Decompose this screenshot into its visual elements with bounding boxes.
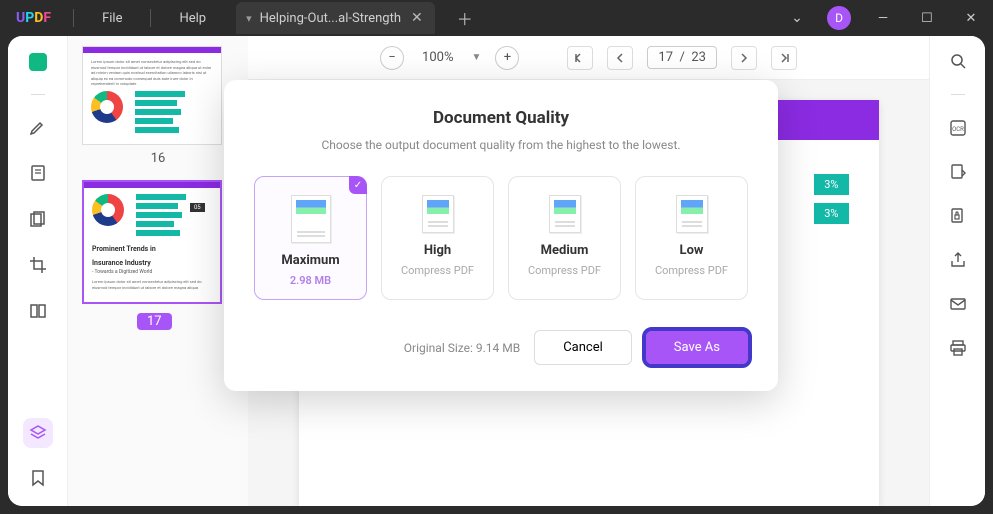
- tab-title: Helping-Out...al-Strength: [260, 11, 401, 26]
- donut-chart-icon: [92, 194, 124, 226]
- tab-indicator-icon: ▾: [246, 12, 252, 25]
- thumbnail-page-16[interactable]: Lorem ipsum dolor sit amet consectetur a…: [82, 46, 222, 145]
- titlebar: UPDF File Help ▾ Helping-Out...al-Streng…: [0, 0, 993, 36]
- menu-file[interactable]: File: [80, 11, 144, 26]
- thumb-heading: Prominent Trends in: [92, 245, 212, 253]
- quality-title: Maximum: [261, 253, 360, 268]
- organize-pages-icon[interactable]: [24, 205, 52, 233]
- view-toolbar: − 100% ▼ + 17 / 23: [248, 36, 929, 80]
- svg-text:OCR: OCR: [952, 126, 964, 133]
- data-badge: 3%: [814, 203, 848, 224]
- quality-option-maximum[interactable]: ✓ Maximum 2.98 MB: [254, 176, 367, 300]
- zoom-in-button[interactable]: +: [495, 46, 519, 70]
- data-badge: 3%: [814, 174, 848, 195]
- protect-icon[interactable]: [947, 205, 969, 227]
- section-number: 05: [190, 203, 205, 212]
- document-quality-dialog: Document Quality Choose the output docum…: [224, 80, 778, 391]
- original-size-label: Original Size: 9.14 MB: [404, 341, 520, 355]
- convert-icon[interactable]: [947, 161, 969, 183]
- thumbnail-panel[interactable]: Lorem ipsum dolor sit amet consectetur a…: [68, 36, 248, 506]
- share-icon[interactable]: [947, 249, 969, 271]
- quality-title: High: [388, 243, 487, 258]
- thumbnail-label-active: 17: [137, 313, 172, 330]
- check-icon: ✓: [349, 176, 367, 194]
- thumbnail-label: 16: [82, 151, 234, 166]
- window-minimize-button[interactable]: —: [861, 11, 905, 26]
- quality-size: 2.98 MB: [261, 274, 360, 287]
- quality-sub: Compress PDF: [388, 264, 487, 277]
- quality-title: Medium: [515, 243, 614, 258]
- first-page-button[interactable]: [567, 46, 593, 70]
- thumb-subheading: - Towards a Digitized World: [92, 269, 212, 275]
- quality-sub: Compress PDF: [642, 264, 741, 277]
- window-close-button[interactable]: ✕: [949, 11, 993, 26]
- page-number-input[interactable]: 17 / 23: [647, 46, 717, 69]
- layers-icon[interactable]: [23, 418, 53, 448]
- reader-mode-icon[interactable]: [24, 48, 52, 76]
- dropdown-icon[interactable]: ⌄: [777, 10, 817, 26]
- quality-option-high[interactable]: High Compress PDF: [381, 176, 494, 300]
- dialog-subtitle: Choose the output document quality from …: [254, 138, 748, 152]
- save-as-button[interactable]: Save As: [646, 331, 748, 364]
- quality-thumb-icon: [549, 195, 581, 233]
- prev-page-button[interactable]: [607, 46, 633, 70]
- right-rail: OCR: [929, 36, 985, 506]
- window-maximize-button[interactable]: ☐: [905, 11, 949, 26]
- close-tab-icon[interactable]: ✕: [409, 10, 425, 26]
- ocr-icon[interactable]: OCR: [947, 117, 969, 139]
- email-icon[interactable]: [947, 293, 969, 315]
- edit-page-icon[interactable]: [24, 159, 52, 187]
- crop-icon[interactable]: [24, 251, 52, 279]
- search-icon[interactable]: [947, 50, 969, 72]
- quality-option-low[interactable]: Low Compress PDF: [635, 176, 748, 300]
- zoom-dropdown-icon[interactable]: ▼: [472, 52, 482, 63]
- left-rail: [8, 36, 68, 506]
- thumb-heading: Insurance Industry: [92, 259, 212, 267]
- app-logo: UPDF: [0, 10, 67, 26]
- quality-option-medium[interactable]: Medium Compress PDF: [508, 176, 621, 300]
- menu-help[interactable]: Help: [157, 11, 228, 26]
- document-tab[interactable]: ▾ Helping-Out...al-Strength ✕: [236, 2, 435, 34]
- quality-thumb-icon: [676, 195, 708, 233]
- print-icon[interactable]: [947, 337, 969, 359]
- zoom-out-button[interactable]: −: [380, 46, 404, 70]
- highlight-icon[interactable]: [24, 113, 52, 141]
- donut-chart-icon: [91, 91, 123, 123]
- next-page-button[interactable]: [731, 46, 757, 70]
- bookmark-icon[interactable]: [24, 464, 52, 492]
- last-page-button[interactable]: [771, 46, 797, 70]
- quality-sub: Compress PDF: [515, 264, 614, 277]
- zoom-level[interactable]: 100%: [418, 48, 457, 67]
- cancel-button[interactable]: Cancel: [534, 330, 632, 365]
- thumbnail-page-17[interactable]: 05 Prominent Trends in Insurance Industr…: [82, 180, 222, 304]
- new-tab-button[interactable]: ＋: [449, 6, 481, 30]
- quality-title: Low: [642, 243, 741, 258]
- compare-icon[interactable]: [24, 297, 52, 325]
- quality-thumb-icon: [422, 195, 454, 233]
- quality-thumb-icon: [291, 195, 331, 243]
- user-avatar[interactable]: D: [827, 6, 851, 30]
- dialog-title: Document Quality: [254, 108, 748, 128]
